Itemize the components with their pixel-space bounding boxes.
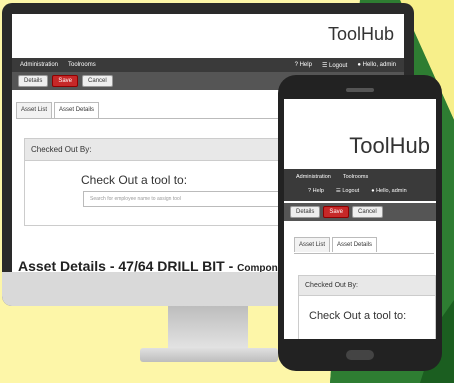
mobile-checkout-heading: Check Out a tool to:	[309, 310, 407, 322]
asset-title-main: Asset Details - 47/64 DRILL BIT -	[18, 258, 234, 272]
nav-help[interactable]: ? Help	[295, 62, 312, 68]
details-button[interactable]: Details	[18, 75, 49, 87]
mobile-panel-heading: Checked Out By:	[299, 276, 435, 296]
tab-asset-details[interactable]: Asset Details	[54, 102, 100, 118]
asset-title: Asset Details - 47/64 DRILL BIT - Compon…	[18, 258, 317, 272]
tab-asset-list[interactable]: Asset List	[16, 102, 53, 118]
help-label-mobile: Help	[312, 188, 324, 194]
employee-search-input[interactable]: Search for employee name to assign tool	[83, 191, 303, 207]
details-button-mobile[interactable]: Details	[290, 206, 321, 218]
nav-toolrooms-mobile[interactable]: Toolrooms	[343, 174, 368, 180]
monitor-stand	[168, 306, 248, 352]
cancel-button-mobile[interactable]: Cancel	[352, 206, 383, 218]
nav-toolrooms[interactable]: Toolrooms	[68, 62, 96, 68]
nav-logout[interactable]: ☰ Logout	[322, 62, 347, 69]
cancel-button[interactable]: Cancel	[82, 75, 113, 87]
mobile-checkout-panel: Checked Out By: Check Out a tool to:	[298, 275, 436, 339]
top-nav: Administration Toolrooms ? Help ☰ Logout…	[12, 58, 404, 72]
save-button[interactable]: Save	[52, 75, 79, 87]
nav-user-mobile[interactable]: ● Hello, admin	[371, 188, 406, 194]
toolhub-logo: ToolHub	[327, 24, 394, 44]
tab-asset-list-mobile[interactable]: Asset List	[294, 237, 331, 252]
mobile-tab-divider	[294, 253, 434, 254]
nav-help-mobile[interactable]: ? Help	[308, 188, 324, 194]
tab-asset-details-mobile[interactable]: Asset Details	[332, 237, 378, 252]
help-label: Help	[299, 62, 312, 68]
phone-speaker	[346, 88, 374, 92]
user-label-mobile: Hello, admin	[376, 188, 407, 194]
toolhub-logo-mobile: ToolHub	[349, 133, 430, 158]
phone-home-button	[346, 350, 374, 360]
monitor-stand-base	[140, 348, 278, 362]
save-button-mobile[interactable]: Save	[323, 206, 350, 218]
tabs: Asset List Asset Details	[16, 102, 100, 118]
nav-logout-mobile[interactable]: ☰ Logout	[336, 188, 359, 194]
nav-administration-mobile[interactable]: Administration	[296, 174, 331, 180]
nav-user[interactable]: ● Hello, admin	[357, 62, 396, 68]
logout-label: Logout	[328, 62, 348, 69]
logout-label-mobile: Logout	[342, 188, 360, 194]
mobile-screen: ToolHub Administration Toolrooms ? Help …	[284, 99, 436, 339]
user-label: Hello, admin	[362, 62, 396, 68]
mobile-toolbar: Details Save Cancel	[284, 203, 436, 221]
nav-administration[interactable]: Administration	[20, 62, 58, 68]
checkout-heading: Check Out a tool to:	[81, 173, 188, 187]
mobile-tabs: Asset List Asset Details	[294, 237, 378, 252]
mobile-nav: Administration Toolrooms ? Help ☰ Logout…	[284, 169, 436, 201]
